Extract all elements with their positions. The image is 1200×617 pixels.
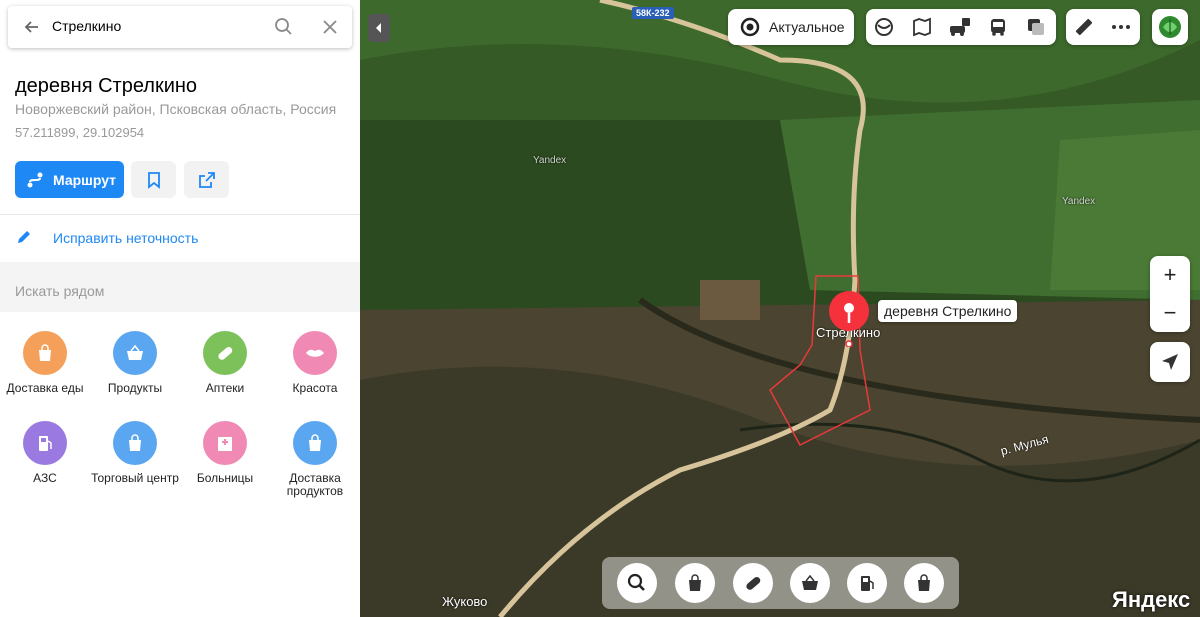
nearby-header: Искать рядом xyxy=(0,262,360,312)
fuel-icon xyxy=(23,421,67,465)
search-icon[interactable] xyxy=(274,17,294,37)
category-groceries[interactable]: Продукты xyxy=(90,331,180,395)
category-label: Доставка продуктов xyxy=(286,471,344,498)
bag-icon xyxy=(113,421,157,465)
zoom-in-button[interactable]: + xyxy=(1150,256,1190,294)
category-pharmacy[interactable]: Аптеки xyxy=(180,331,270,395)
category-beauty[interactable]: Красота xyxy=(270,331,360,395)
category-label: Больницы xyxy=(196,471,254,485)
pill-icon xyxy=(203,331,247,375)
ruler-icon[interactable] xyxy=(1074,17,1094,37)
map-book-icon[interactable] xyxy=(912,17,932,37)
avatar xyxy=(1159,16,1181,38)
quick-pharmacy-button[interactable] xyxy=(733,563,773,603)
layer-actual-button[interactable]: Актуальное xyxy=(728,9,854,45)
place-address: Новоржевский район, Псковская область, Р… xyxy=(15,101,337,117)
more-icon[interactable] xyxy=(1110,17,1132,37)
place-title: деревня Стрелкино xyxy=(15,75,198,97)
layers-icon[interactable] xyxy=(1026,17,1046,37)
bookmark-button[interactable] xyxy=(131,161,176,198)
quick-search-button[interactable] xyxy=(617,563,657,603)
marker-label: деревня Стрелкино xyxy=(878,300,1018,322)
collapse-panel-button[interactable] xyxy=(368,14,390,42)
category-label: Аптеки xyxy=(205,381,245,395)
yandex-logo[interactable]: Яндекс xyxy=(1112,587,1190,613)
bookmark-icon xyxy=(148,172,160,189)
map-watermark: Yandex xyxy=(533,155,567,166)
traffic-icon[interactable] xyxy=(949,17,971,37)
category-grocery-delivery[interactable]: Доставка продуктов xyxy=(270,421,360,498)
route-button[interactable]: Маршрут xyxy=(15,161,124,198)
route-label: Маршрут xyxy=(53,172,117,188)
category-label: Доставка еды xyxy=(6,381,84,395)
hospital-icon xyxy=(203,421,247,465)
category-food-delivery[interactable]: Доставка еды xyxy=(0,331,90,395)
category-label: Красота xyxy=(292,381,338,395)
category-label: Торговый центр xyxy=(91,471,179,485)
search-icon xyxy=(627,573,645,591)
zoom-out-button[interactable]: − xyxy=(1150,294,1190,332)
category-label: АЗС xyxy=(33,471,57,485)
layer-actual-label: Актуальное xyxy=(769,19,845,35)
nearby-header-label: Искать рядом xyxy=(15,283,105,299)
bag-icon xyxy=(689,574,701,591)
quick-food-button[interactable] xyxy=(675,563,715,603)
satellite-imagery xyxy=(360,0,1200,617)
tools-toolbar xyxy=(1066,9,1140,45)
back-arrow-icon[interactable] xyxy=(22,17,42,37)
bag-icon xyxy=(23,331,67,375)
profile-avatar-button[interactable] xyxy=(1152,9,1188,45)
quick-gas-button[interactable] xyxy=(847,563,887,603)
map-canvas[interactable]: 58К-232 Yandex Yandex Стрелкино р. Мулья… xyxy=(360,0,1200,617)
village-label-2: Жуково xyxy=(442,594,488,609)
lips-icon xyxy=(293,331,337,375)
search-box[interactable]: Стрелкино xyxy=(8,6,352,48)
bag-icon xyxy=(918,574,930,591)
category-hospitals[interactable]: Больницы xyxy=(180,421,270,485)
sidebar-panel: Стрелкино деревня Стрелкино Новоржевский… xyxy=(0,0,360,617)
route-icon xyxy=(27,172,43,188)
panorama-icon[interactable] xyxy=(874,17,894,37)
category-gas-station[interactable]: АЗС xyxy=(0,421,90,485)
location-pin-icon[interactable] xyxy=(826,291,872,347)
fix-inaccuracy-label: Исправить неточность xyxy=(53,230,199,246)
road-number-badge: 58К-232 xyxy=(632,7,674,19)
basket-icon xyxy=(802,574,818,590)
search-input[interactable]: Стрелкино xyxy=(52,18,121,34)
basket-icon xyxy=(113,331,157,375)
pill-icon xyxy=(746,576,761,590)
close-icon[interactable] xyxy=(320,17,340,37)
zoom-controls: + − xyxy=(1150,256,1190,332)
category-label: Продукты xyxy=(107,381,163,395)
nearby-quick-bar xyxy=(602,557,959,609)
target-icon xyxy=(740,17,760,37)
share-icon xyxy=(199,172,215,188)
quick-groceries-button[interactable] xyxy=(790,563,830,603)
quick-mall-button[interactable] xyxy=(904,563,944,603)
chevron-left-icon xyxy=(376,23,381,33)
bus-icon[interactable] xyxy=(988,17,1008,37)
share-button[interactable] xyxy=(184,161,229,198)
place-coordinates[interactable]: 57.211899, 29.102954 xyxy=(15,125,144,140)
layers-toolbar xyxy=(866,9,1056,45)
map-watermark: Yandex xyxy=(1062,196,1096,207)
pencil-icon xyxy=(18,231,30,243)
divider xyxy=(0,214,360,215)
fuel-icon xyxy=(861,576,874,591)
category-mall[interactable]: Торговый центр xyxy=(90,421,180,485)
bag-icon xyxy=(293,421,337,465)
my-location-button[interactable] xyxy=(1150,342,1190,382)
navigation-arrow-icon xyxy=(1162,354,1178,370)
